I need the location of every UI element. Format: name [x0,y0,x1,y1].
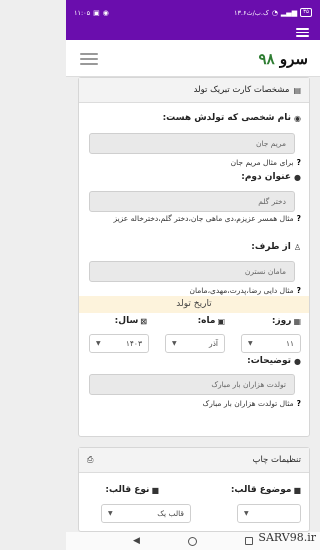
book-icon: ■ [151,485,159,495]
day-label: ▦ روز: [271,316,301,326]
calendar-check-icon: ▣ [217,316,225,326]
subject-select[interactable]: ▼ [237,504,301,523]
user-circle-icon: ◉ [294,113,301,123]
title2-input[interactable]: دختر گلم [89,191,295,212]
calendar-icon: ▦ [293,316,301,326]
watermark: SARV98.ir [258,531,316,544]
card-print-settings: تنظیمات چاپ ⎙ ■ موضوع قالب: ■ نوع قالب: … [78,447,310,532]
name-label: ◉ نام شخصی که تولدش هست: [162,113,301,123]
from-input[interactable]: مامان نسترن [89,261,295,282]
from-label: ♙ از طرف: [251,242,301,252]
hamburger-menu-button[interactable] [80,53,98,66]
type-label: ■ نوع قالب: [105,485,159,495]
site-header: سرو ۹۸ [66,40,320,77]
chevron-down-icon: ▼ [96,340,101,347]
app-bar [66,25,320,40]
print-settings-title: تنظیمات چاپ [252,455,301,465]
recent-apps-icon[interactable] [244,537,253,545]
month-select[interactable]: آذر ▼ [165,334,225,353]
calendar-x-icon: ⊠ [140,316,147,326]
month-label: ▣ ماه: [197,316,225,326]
title2-hint: ?مثال همسر عزیزم،دی ماهی جان،دختر گلم،دخ… [113,214,301,223]
title2-label: ● عنوان دوم: [241,172,301,182]
year-select[interactable]: ۱۴۰۳ ▼ [89,334,149,353]
desc-hint: ?مثال تولدت هزاران بار مبارک [202,399,301,408]
person-icon: ♙ [293,242,301,252]
wifi-icon: ◔ [271,8,278,17]
back-icon[interactable]: ◀ [133,536,140,546]
chevron-down-icon: ▼ [172,340,177,347]
menu-icon[interactable] [296,28,309,37]
desc-label: ● توضیحات: [247,356,301,366]
printer-icon: ⎙ [87,455,94,464]
name-hint: ?برای مثال مریم جان [230,158,301,167]
question-icon: ? [296,214,301,223]
question-icon: ? [296,158,301,167]
notification-icon: ◉ [102,8,109,17]
status-bar: ۱۱:۰۵ ▣ ◉ ۱۳.۶ک.ب/ث ◔ ▂▄▆ ۳۵ [66,0,320,25]
network-speed: ۱۳.۶ک.ب/ث [233,8,269,17]
book-icon: ■ [293,485,301,495]
user-icon: ● [294,172,301,182]
card-print-header: تنظیمات چاپ ⎙ [79,448,309,473]
notification-icon: ▣ [93,8,100,17]
home-icon[interactable] [187,536,197,546]
comment-icon: ● [294,356,301,366]
question-icon: ? [296,399,301,408]
birth-date-heading: تاریخ تولد [79,296,309,313]
card-specs: ▤ مشخصات کارت تبریک تولد ◉ نام شخصی که ت… [78,77,310,437]
card-specs-title: مشخصات کارت تبریک تولد [193,85,290,95]
name-input[interactable]: مریم جان [89,133,295,154]
battery-icon: ۳۵ [300,8,312,17]
desc-input[interactable]: تولدت هزاران بار مبارک [89,374,295,395]
signal-icon: ▂▄▆ [280,8,298,17]
chevron-down-icon: ▼ [108,510,113,517]
question-icon: ? [296,286,301,295]
type-select[interactable]: قالب یک ▼ [101,504,191,523]
site-logo[interactable]: سرو ۹۸ [259,50,308,68]
subject-label: ■ موضوع قالب: [230,485,301,495]
day-select[interactable]: ۱۱ ▼ [241,334,301,353]
chevron-down-icon: ▼ [244,510,249,517]
id-card-icon: ▤ [293,85,301,95]
status-time: ۱۱:۰۵ [74,8,91,17]
year-label: ⊠ سال: [114,316,147,326]
card-specs-header: ▤ مشخصات کارت تبریک تولد [79,78,309,103]
chevron-down-icon: ▼ [248,340,253,347]
